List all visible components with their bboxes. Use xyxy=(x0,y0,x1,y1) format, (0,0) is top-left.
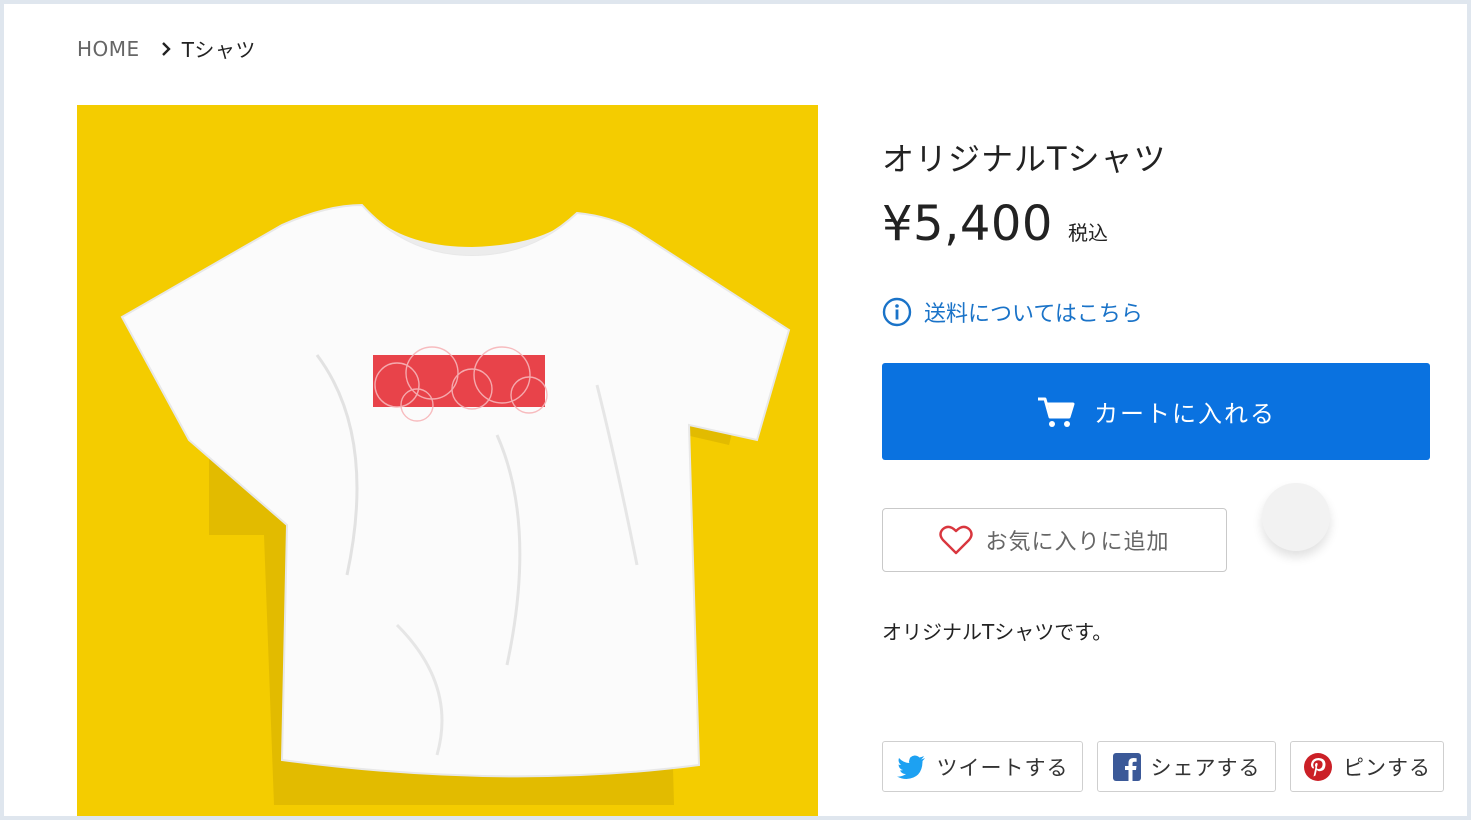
breadcrumb-current: Tシャツ xyxy=(181,38,256,62)
add-to-cart-button[interactable]: カートに入れる xyxy=(882,363,1430,460)
tweet-label: ツイートする xyxy=(936,755,1069,780)
chevron-right-icon xyxy=(161,41,171,56)
shipping-info-link[interactable]: 送料についてはこちら xyxy=(882,296,1143,328)
price-row: ¥5,400 税込 xyxy=(882,196,1108,252)
info-icon xyxy=(882,297,912,327)
facebook-share-button[interactable]: シェアする xyxy=(1097,741,1276,792)
product-page: HOME Tシャツ オリジナルTシャツ ¥5,400 税込 送料についてはこちら… xyxy=(4,4,1467,816)
add-to-cart-label: カートに入れる xyxy=(1094,400,1276,428)
floating-round-button[interactable] xyxy=(1262,483,1330,551)
share-buttons: ツイートする シェアする ピンする xyxy=(882,741,1444,792)
product-description: オリジナルTシャツです。 xyxy=(882,620,1113,644)
tweet-button[interactable]: ツイートする xyxy=(882,741,1083,792)
facebook-share-label: シェアする xyxy=(1150,755,1261,780)
breadcrumb: HOME Tシャツ xyxy=(77,34,256,63)
cart-icon xyxy=(1038,397,1075,427)
heart-icon xyxy=(939,525,974,555)
add-to-favorites-button[interactable]: お気に入りに追加 xyxy=(882,508,1227,572)
pinterest-icon xyxy=(1304,752,1332,781)
product-price: ¥5,400 xyxy=(882,196,1053,252)
facebook-icon xyxy=(1112,752,1141,781)
tax-label: 税込 xyxy=(1068,221,1109,245)
add-to-favorites-label: お気に入りに追加 xyxy=(985,530,1170,555)
pinterest-pin-label: ピンする xyxy=(1343,755,1431,780)
tshirt-illustration xyxy=(120,203,791,805)
pinterest-pin-button[interactable]: ピンする xyxy=(1290,741,1444,792)
shipping-link-label: 送料についてはこちら xyxy=(924,302,1143,327)
breadcrumb-home-link[interactable]: HOME xyxy=(77,37,140,61)
twitter-icon xyxy=(896,755,925,779)
product-title: オリジナルTシャツ xyxy=(882,140,1167,178)
product-image[interactable] xyxy=(77,105,818,816)
